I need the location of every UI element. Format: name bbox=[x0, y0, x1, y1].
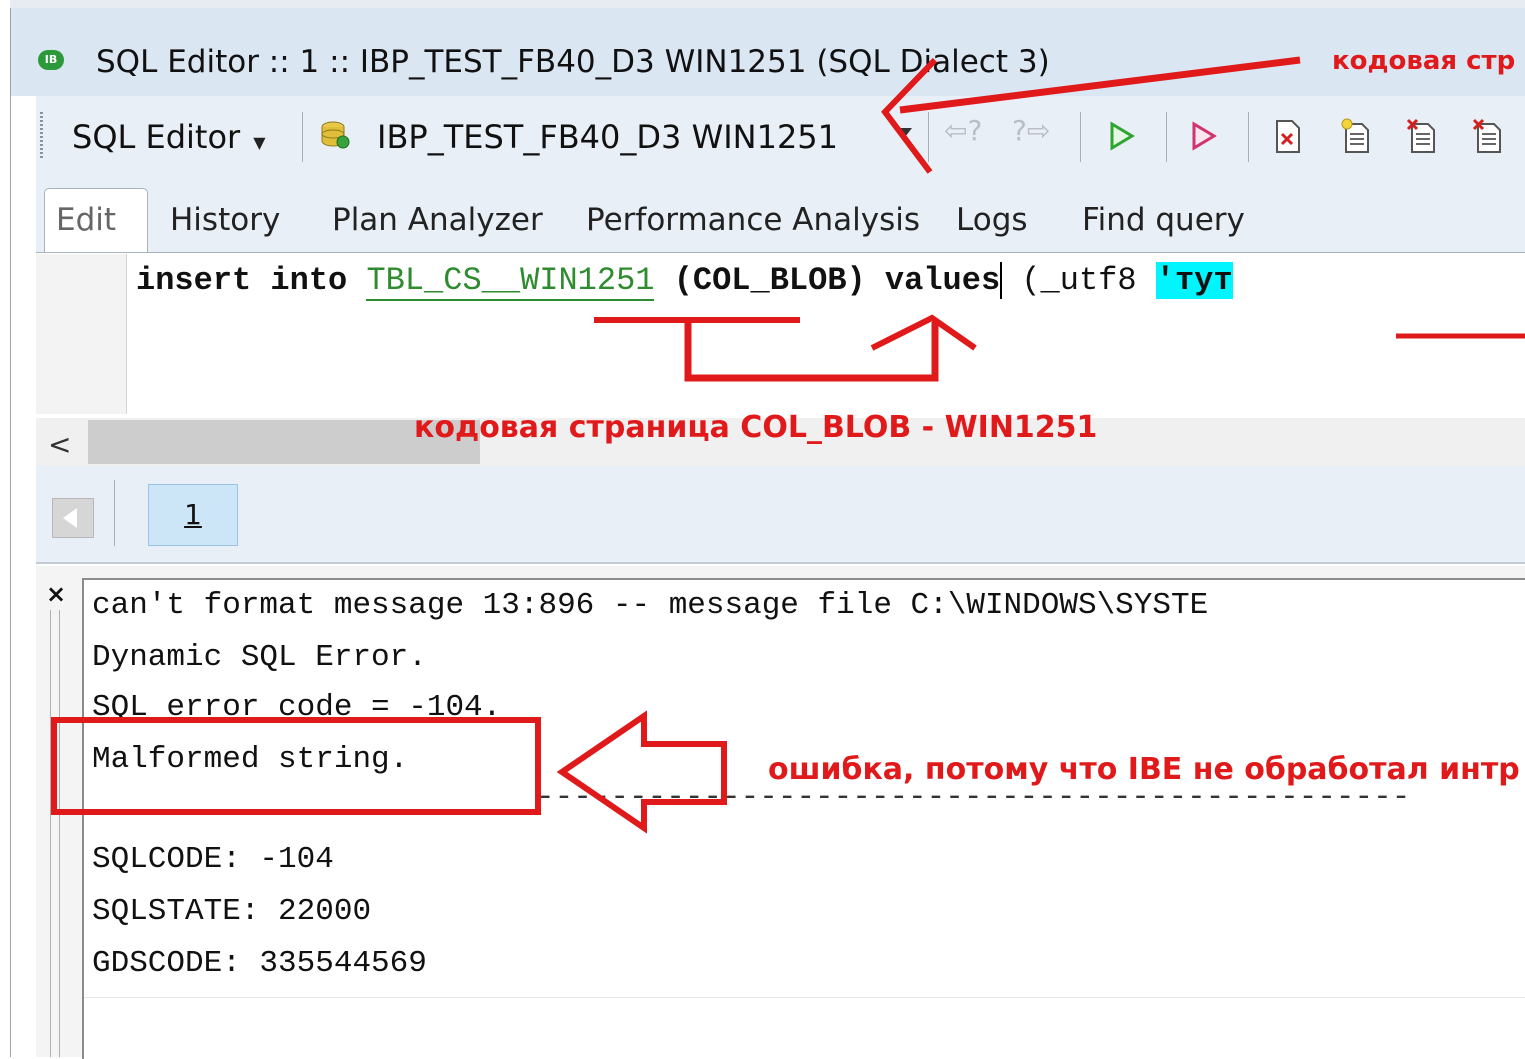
annotation-codepage-top: кодовая стр bbox=[1332, 46, 1516, 76]
toolbar-grip[interactable] bbox=[40, 112, 43, 158]
tab-logs[interactable]: Logs bbox=[956, 202, 1028, 238]
close-icon[interactable]: × bbox=[46, 580, 66, 608]
message-line: Malformed string. bbox=[92, 742, 409, 777]
toolbar-separator bbox=[1080, 112, 1081, 162]
sql-table-name: TBL_CS__WIN1251 bbox=[366, 262, 655, 301]
new-script-icon[interactable] bbox=[1338, 116, 1374, 156]
sql-editor-menu[interactable]: SQL Editor ▼ bbox=[72, 118, 266, 156]
toolbar-separator bbox=[1248, 112, 1249, 162]
first-page-button[interactable] bbox=[52, 498, 94, 538]
results-bar bbox=[36, 466, 1525, 564]
chevron-down-icon: ▼ bbox=[253, 133, 266, 152]
tab-find-query[interactable]: Find query bbox=[1082, 202, 1245, 238]
tab-history[interactable]: History bbox=[170, 202, 280, 238]
sql-charset-introducer: (_utf8 bbox=[1002, 262, 1137, 299]
sql-editor-menu-label: SQL Editor bbox=[72, 118, 241, 156]
delete-script-icon[interactable] bbox=[1404, 116, 1440, 156]
run-in-transaction-icon[interactable] bbox=[1186, 116, 1220, 156]
sql-column-list: (COL_BLOB) bbox=[673, 262, 866, 299]
window-left-border bbox=[0, 0, 11, 1057]
tab-performance-analysis[interactable]: Performance Analysis bbox=[586, 202, 920, 238]
result-page-1[interactable]: 1 bbox=[148, 484, 238, 546]
message-line: SQLSTATE: 22000 bbox=[92, 894, 372, 929]
tab-edit-label: Edit bbox=[56, 202, 117, 238]
next-statement-button[interactable]: ?⇨ bbox=[1012, 114, 1050, 147]
database-dropdown-icon[interactable] bbox=[898, 128, 912, 137]
window-top-edge bbox=[10, 0, 1525, 8]
app-logo-icon: IB bbox=[38, 50, 64, 70]
sql-keyword-values: values bbox=[884, 262, 1001, 299]
message-line: can't format message 13:896 -- message f… bbox=[92, 588, 1209, 623]
run-icon[interactable] bbox=[1104, 116, 1138, 156]
copy-script-icon[interactable] bbox=[1470, 116, 1506, 156]
database-selector[interactable]: IBP_TEST_FB40_D3 WIN1251 bbox=[377, 118, 838, 156]
panel-splitter[interactable] bbox=[50, 610, 60, 1057]
results-separator bbox=[114, 480, 115, 546]
close-script-icon[interactable] bbox=[1272, 116, 1304, 156]
window-title: SQL Editor :: 1 :: IBP_TEST_FB40_D3 WIN1… bbox=[96, 44, 1050, 80]
sql-code-line[interactable]: insert into TBL_CS__WIN1251 (COL_BLOB) v… bbox=[136, 262, 1233, 301]
message-line: SQLCODE: -104 bbox=[92, 842, 334, 877]
previous-statement-button[interactable]: ⇦? bbox=[944, 114, 982, 147]
message-line: Dynamic SQL Error. bbox=[92, 640, 427, 675]
scroll-left-icon[interactable]: < bbox=[48, 428, 71, 461]
editor-gutter bbox=[36, 254, 127, 414]
tab-plan-analyzer[interactable]: Plan Analyzer bbox=[332, 202, 543, 238]
toolbar-separator bbox=[302, 112, 303, 162]
message-line: GDSCODE: 335544569 bbox=[92, 946, 427, 981]
database-icon bbox=[321, 121, 350, 149]
sql-string-literal: 'тут bbox=[1155, 262, 1233, 299]
message-divider bbox=[84, 997, 1525, 998]
toolbar-separator bbox=[1166, 112, 1167, 162]
message-line: SQL error code = -104. bbox=[92, 690, 502, 725]
sql-keyword-insert: insert into bbox=[136, 262, 348, 299]
toolbar-separator bbox=[928, 112, 929, 162]
annotation-error-note: ошибка, потому что IBE не обработал интр bbox=[768, 752, 1520, 787]
annotation-col-blob-codepage: кодовая страница COL_BLOB - WIN1251 bbox=[414, 410, 1098, 445]
